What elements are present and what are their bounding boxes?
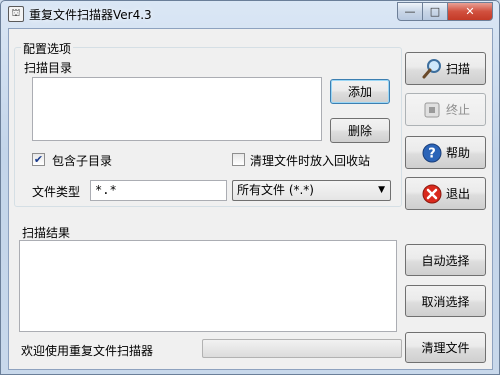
scan-dir-list[interactable] — [32, 77, 322, 141]
chevron-down-icon: ▼ — [378, 185, 385, 195]
close-button[interactable]: ✕ — [447, 2, 493, 21]
exit-button[interactable]: 退出 — [405, 177, 486, 210]
add-button[interactable]: 添加 — [330, 79, 390, 104]
window-title: 重复文件扫描器Ver4.3 — [29, 8, 152, 22]
svg-text:?: ? — [428, 146, 436, 161]
minimize-button[interactable]: — — [397, 2, 423, 21]
file-type-input[interactable]: *.* — [90, 180, 227, 201]
cancel-select-button[interactable]: 取消选择 — [405, 285, 486, 317]
app-icon[interactable]: ⛫ — [8, 6, 24, 22]
results-list[interactable] — [19, 240, 397, 332]
stop-button-label: 终止 — [445, 103, 470, 117]
include-subdirs-checkbox[interactable]: ✔ — [32, 153, 45, 166]
magnifier-icon — [421, 58, 443, 80]
include-subdirs-label: 包含子目录 — [52, 154, 113, 168]
scan-button[interactable]: 扫描 — [405, 52, 486, 85]
client-area: 配置选项 扫描目录 添加 删除 ✔ 包含子目录 清理文件时放入回收站 文件类型 … — [8, 28, 493, 370]
results-label: 扫描结果 — [22, 226, 71, 240]
delete-button[interactable]: 删除 — [330, 118, 390, 143]
stop-button[interactable]: 终止 — [405, 93, 486, 126]
scan-button-label: 扫描 — [445, 62, 470, 76]
stop-icon — [421, 99, 443, 121]
file-type-select-value: 所有文件 (*.*) — [237, 183, 314, 197]
recycle-bin-label: 清理文件时放入回收站 — [250, 154, 371, 168]
help-button-label: 帮助 — [445, 146, 470, 160]
maximize-button[interactable]: □ — [422, 2, 448, 21]
help-button[interactable]: ? 帮助 — [405, 136, 486, 169]
status-text: 欢迎使用重复文件扫描器 — [21, 344, 154, 358]
title-bar[interactable]: ⛫ 重复文件扫描器Ver4.3 — □ ✕ — [1, 1, 499, 27]
scan-dir-label: 扫描目录 — [24, 61, 73, 75]
exit-button-label: 退出 — [445, 187, 470, 201]
recycle-bin-checkbox[interactable] — [232, 153, 245, 166]
exit-icon — [421, 183, 443, 205]
app-window: ⛫ 重复文件扫描器Ver4.3 — □ ✕ 配置选项 扫描目录 添加 删除 ✔ … — [0, 0, 500, 375]
auto-select-button[interactable]: 自动选择 — [405, 244, 486, 276]
file-type-select[interactable]: 所有文件 (*.*) ▼ — [232, 180, 391, 201]
config-group-label: 配置选项 — [21, 40, 74, 57]
file-type-label: 文件类型 — [32, 185, 81, 199]
clean-files-button[interactable]: 清理文件 — [405, 332, 486, 363]
progress-bar — [202, 339, 402, 358]
help-icon: ? — [421, 142, 443, 164]
